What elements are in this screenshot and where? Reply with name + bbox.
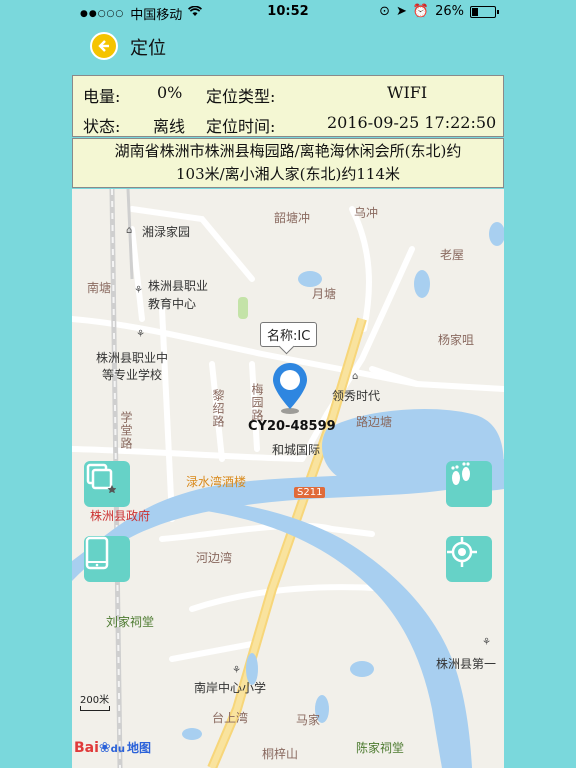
place-luwan: 渌水湾酒楼 (186, 475, 247, 489)
loc-time-label: 定位时间: (206, 117, 276, 136)
place-wuchong: 乌冲 (354, 206, 379, 220)
battery-icon (470, 5, 499, 18)
address-line-2: 103米/离小湘人家(东北)约114米 (175, 165, 401, 183)
place-hecheng: 和城国际 (272, 443, 321, 457)
device-id-label: CY20-48599 (248, 419, 336, 434)
road-lizhaolu: 黎绍路 (211, 389, 225, 428)
alarm-icon: ⏰ (412, 4, 430, 19)
info-row-2: 状态: 离线 定位时间: 2016-09-25 17:22:50 (73, 108, 503, 138)
place-county-gov: 株洲县政府 (90, 509, 151, 523)
poi-marker-icon: ⚘ (232, 665, 241, 676)
logo-paw-icon: ❀ (98, 740, 111, 756)
status-right: ⊙ ➤ ⏰ 26% (379, 4, 499, 19)
road-s211-badge: S211 (294, 487, 326, 498)
place-vocational-school: 株洲县职业中 (96, 351, 169, 365)
loc-type-label: 定位类型: (206, 87, 276, 106)
poi-marker-icon: ⚘ (134, 285, 143, 296)
logo-du: du (110, 744, 125, 755)
place-county-first: 株洲县第一 (436, 657, 497, 671)
battery-fill (472, 7, 478, 16)
locate-target-icon (447, 537, 477, 567)
map-view[interactable]: 湘渌家园 韶塘冲 乌冲 老屋 南塘 株洲县职业 教育中心 月塘 杨家咀 株洲县职… (72, 189, 504, 768)
state-label: 状态: (83, 117, 121, 136)
page-title: 定位 (130, 38, 166, 59)
place-xianglu: 湘渌家园 (142, 225, 191, 239)
poi-marker-icon: ⌂ (352, 371, 359, 382)
place-vocational-center-2: 教育中心 (148, 297, 197, 311)
place-liujia: 刘家祠堂 (106, 615, 155, 629)
power-label: 电量: (83, 87, 121, 106)
battery-percent: 26% (435, 4, 464, 19)
place-chenjia: 陈家祠堂 (356, 741, 405, 755)
footprint-button[interactable] (446, 461, 492, 507)
loc-type-value: WIFI (387, 83, 428, 102)
device-info-panel: 电量: 0% 定位类型: WIFI 状态: 离线 定位时间: 2016-09-2… (72, 75, 504, 137)
status-bar: ●●○○○ 中国移动 10:52 ⊙ ➤ ⏰ 26% (0, 0, 576, 24)
address-panel: 湖南省株洲市株洲县梅园路/离艳海休闲会所(东北)约 103米/离小湘人家(东北)… (72, 138, 504, 188)
road-xuetanglu: 学堂路 (119, 411, 133, 450)
place-vocational-school-2: 等专业学校 (102, 368, 163, 382)
device-pin-icon[interactable] (270, 361, 310, 417)
loc-time-value: 2016-09-25 17:22:50 (327, 113, 497, 132)
phone-icon (85, 536, 109, 570)
place-nanan-school: 南岸中心小学 (194, 681, 267, 695)
place-laowu: 老屋 (440, 248, 465, 262)
place-tongzishan: 桐梓山 (262, 747, 299, 761)
map-layers-icon (86, 463, 116, 493)
rotation-lock-icon: ⊙ (379, 4, 390, 19)
poi-marker-icon: ⌂ (126, 225, 133, 236)
place-yuetang: 月塘 (312, 287, 337, 301)
scale-bar (80, 706, 110, 711)
map-scale: 200米 (80, 691, 110, 711)
place-shaotangchong: 韶塘冲 (274, 211, 311, 225)
info-row-1: 电量: 0% 定位类型: WIFI (73, 78, 503, 108)
place-lubiantang: 路边塘 (356, 415, 393, 429)
footprint-icon (451, 462, 470, 485)
map-base (72, 189, 504, 768)
logo-bai: Bai (74, 740, 99, 756)
scale-label: 200米 (80, 695, 110, 706)
map-layers-button[interactable] (84, 461, 130, 507)
state-value: 离线 (153, 117, 186, 136)
device-popup[interactable]: 名称:IC (260, 322, 318, 347)
address-line-1: 湖南省株洲市株洲县梅园路/离艳海休闲会所(东北)约 (114, 142, 462, 160)
baidu-map-logo: Bai❀du 地图 (74, 739, 151, 756)
place-lingxiu: 领秀时代 (332, 389, 381, 403)
phone-button[interactable] (84, 536, 130, 582)
place-yangjiazui: 杨家咀 (438, 333, 475, 347)
place-hebianwan: 河边湾 (196, 551, 233, 565)
back-button[interactable] (90, 32, 118, 60)
road-meiyuanlu: 梅园路 (250, 383, 264, 422)
locate-button[interactable] (446, 536, 492, 582)
place-nantang: 南塘 (87, 281, 112, 295)
place-taishangwan: 台上湾 (212, 711, 249, 725)
poi-marker-icon: ⚘ (482, 637, 491, 648)
logo-map: 地图 (126, 741, 151, 755)
place-majia: 马家 (296, 713, 321, 727)
back-arrow-icon (98, 40, 109, 52)
poi-marker-icon: ⚘ (136, 329, 145, 340)
place-vocational-center: 株洲县职业 (148, 279, 209, 293)
power-value: 0% (157, 83, 183, 102)
location-arrow-icon: ➤ (396, 4, 407, 19)
nav-bar: 定位 (0, 26, 576, 66)
